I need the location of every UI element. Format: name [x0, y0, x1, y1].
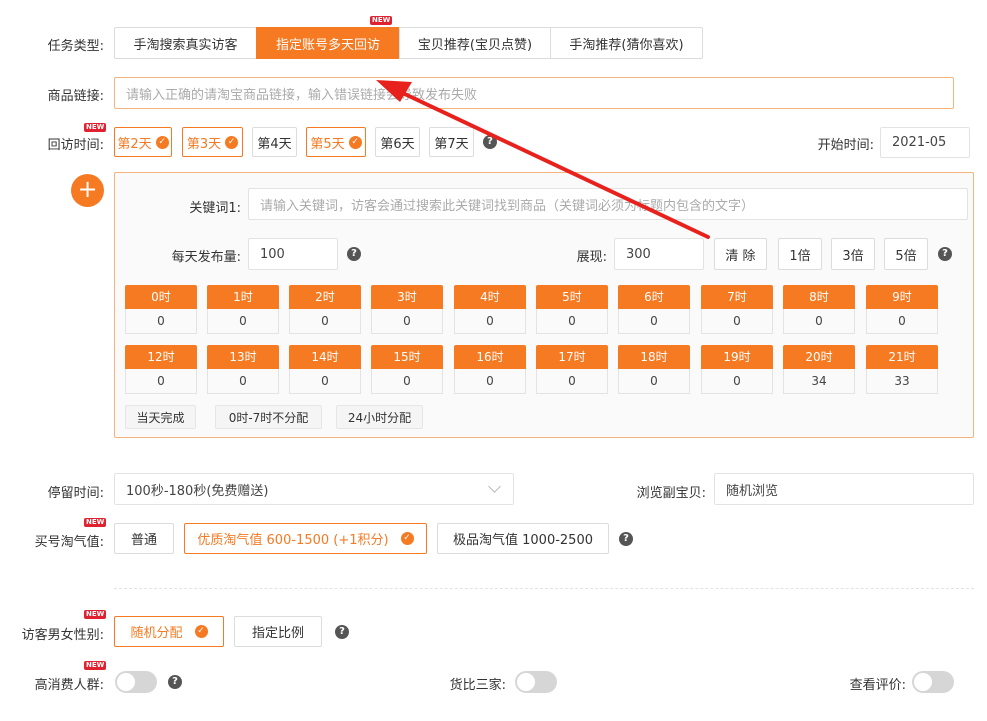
- annotation-arrow: [376, 80, 710, 239]
- arrow-shaft: [390, 86, 710, 239]
- arrow-head: [376, 80, 412, 102]
